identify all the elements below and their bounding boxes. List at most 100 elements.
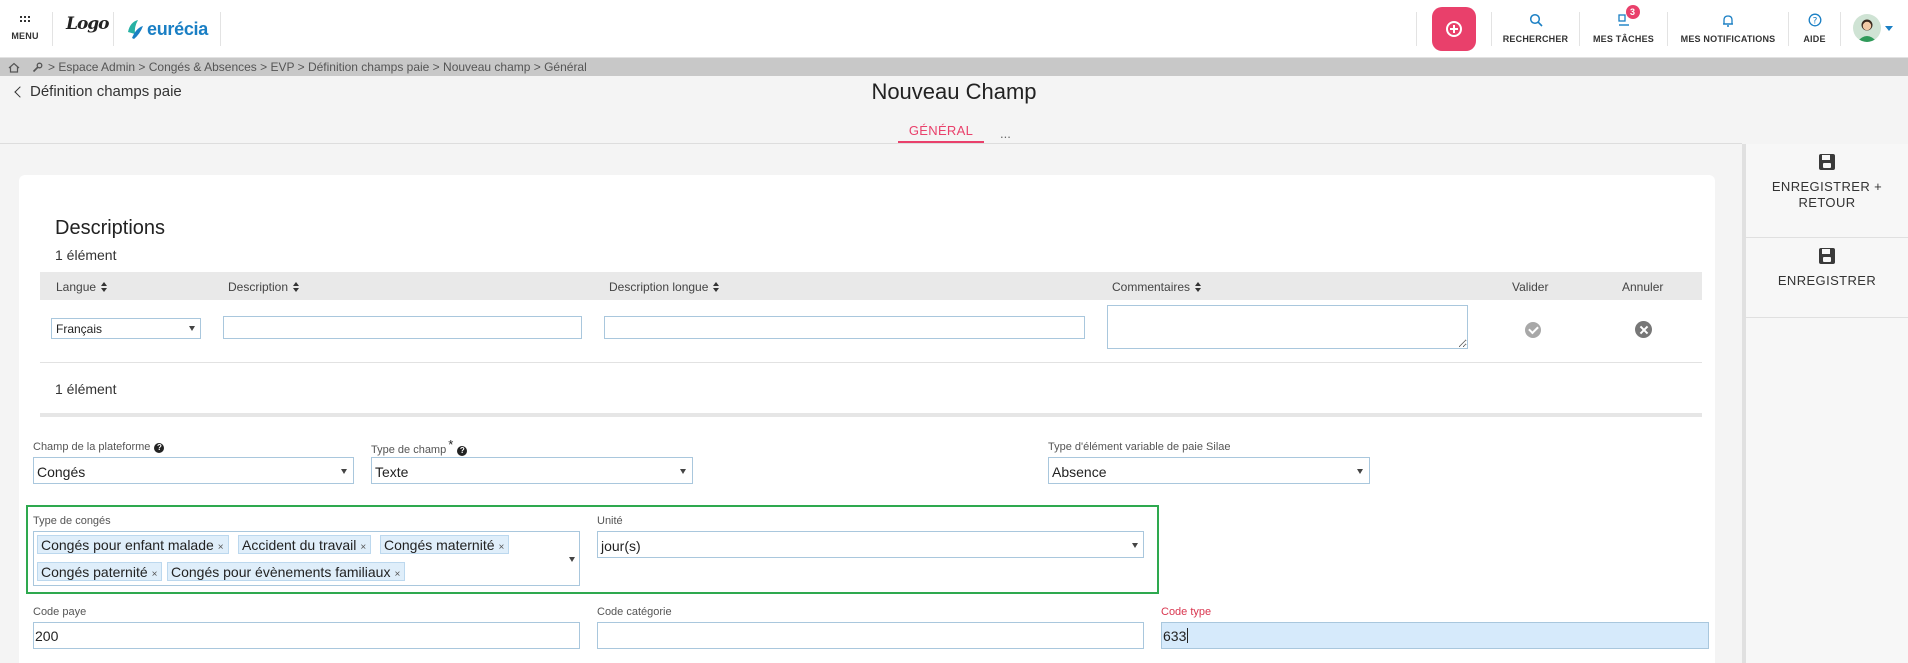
remove-chip-icon[interactable]: ×: [499, 542, 505, 553]
grid-icon: [20, 16, 30, 26]
code-type-value: 633: [1163, 628, 1187, 644]
col-commentaires[interactable]: Commentaires: [1112, 280, 1202, 294]
action-panel: ENREGISTRER + RETOUR ENREGISTRER: [1742, 144, 1908, 663]
champ-plateforme-value: Congés: [37, 464, 86, 480]
nav-help[interactable]: ? AIDE: [1789, 0, 1840, 58]
save-button[interactable]: ENREGISTRER: [1746, 248, 1908, 318]
sort-icon: [1195, 282, 1202, 292]
chip-evenements-familiaux: Congés pour évènements familiaux ×: [167, 562, 406, 581]
help-icon[interactable]: ?: [457, 446, 468, 456]
nav-search-label: RECHERCHER: [1502, 34, 1569, 44]
chip-enfant-malade: Congés pour enfant malade ×: [37, 535, 229, 554]
description-longue-input[interactable]: [604, 316, 1085, 339]
tabs-divider: [0, 143, 1742, 144]
remove-chip-icon[interactable]: ×: [394, 569, 400, 580]
cancel-x-icon[interactable]: [1635, 321, 1652, 338]
text-cursor: [1187, 628, 1189, 643]
row-divider: [40, 362, 1702, 363]
svg-text:?: ?: [1812, 16, 1817, 26]
top-bar: MENU Logo eurécia RECHERCHER 3 MES TÂCHE…: [0, 0, 1908, 58]
help-circle-icon: ?: [1808, 13, 1822, 29]
code-categorie-input[interactable]: [597, 622, 1144, 649]
menu-label: MENU: [11, 31, 39, 41]
type-champ-value: Texte: [375, 464, 409, 480]
nav-notifications-label: MES NOTIFICATIONS: [1680, 34, 1776, 44]
help-icon[interactable]: ?: [154, 443, 165, 453]
col-langue[interactable]: Langue: [56, 280, 108, 294]
col-valider: Valider: [1512, 280, 1549, 294]
chevron-down-icon: [1132, 543, 1138, 548]
divider: [52, 12, 53, 46]
descriptions-count-bottom: 1 élément: [55, 381, 117, 397]
chevron-down-icon: [569, 557, 575, 562]
nav-tasks[interactable]: 3 MES TÂCHES: [1580, 0, 1667, 58]
code-paye-label: Code paye: [33, 606, 87, 618]
plus-circle-icon: [1446, 21, 1462, 37]
user-avatar[interactable]: [1853, 14, 1881, 42]
chevron-down-icon: [341, 469, 347, 474]
descriptions-title: Descriptions: [55, 217, 166, 239]
tab-general[interactable]: GÉNÉRAL: [898, 123, 984, 143]
tasks-badge: 3: [1625, 5, 1640, 19]
champ-plateforme-select[interactable]: Congés: [33, 457, 354, 484]
brand-logo[interactable]: eurécia: [126, 17, 208, 41]
nav-tasks-label: MES TÂCHES: [1592, 34, 1654, 44]
tasks-icon: 3: [1617, 5, 1640, 29]
remove-chip-icon[interactable]: ×: [360, 542, 366, 553]
breadcrumb: > Espace Admin > Congés & Absences > EVP…: [0, 58, 1908, 76]
col-description[interactable]: Description: [228, 280, 300, 294]
code-type-input[interactable]: 633: [1161, 622, 1709, 649]
home-icon[interactable]: [8, 62, 20, 73]
code-paye-input[interactable]: [33, 622, 580, 649]
langue-value: Français: [56, 322, 103, 336]
commentaires-textarea[interactable]: [1107, 305, 1468, 349]
descriptions-table-header: Langue Description Description longue Co…: [40, 272, 1702, 300]
remove-chip-icon[interactable]: ×: [218, 542, 224, 553]
sort-icon: [713, 282, 720, 292]
col-description-longue[interactable]: Description longue: [609, 280, 720, 294]
champ-plateforme-label: Champ de la plateforme?: [33, 441, 165, 453]
descriptions-count-top: 1 élément: [55, 247, 117, 263]
col-annuler: Annuler: [1622, 280, 1664, 294]
bell-icon: [1721, 13, 1735, 29]
divider: [113, 12, 114, 46]
save-label: ENREGISTRER: [1777, 273, 1877, 288]
validate-check-icon[interactable]: [1525, 322, 1541, 338]
sort-icon: [293, 282, 300, 292]
company-logo[interactable]: Logo: [66, 14, 110, 34]
code-type-label: Code type: [1161, 606, 1212, 618]
type-element-select[interactable]: Absence: [1048, 457, 1370, 484]
save-return-label-line1: ENREGISTRER +: [1771, 179, 1883, 194]
type-element-value: Absence: [1052, 464, 1107, 480]
chevron-down-icon[interactable]: [1885, 26, 1893, 31]
wrench-icon: [32, 62, 43, 73]
eurecia-leaf-icon: [126, 18, 144, 40]
nav-search[interactable]: RECHERCHER: [1492, 0, 1579, 58]
chevron-down-icon: [680, 469, 686, 474]
type-champ-select[interactable]: Texte: [371, 457, 693, 484]
type-champ-label: Type de champ *?: [371, 437, 468, 456]
chip-accident-travail: Accident du travail ×: [238, 535, 372, 554]
save-and-return-button[interactable]: ENREGISTRER + RETOUR: [1746, 154, 1908, 238]
section-divider: [40, 413, 1702, 417]
nav-notifications[interactable]: MES NOTIFICATIONS: [1668, 0, 1788, 58]
remove-chip-icon[interactable]: ×: [152, 569, 158, 580]
save-return-label-line2: RETOUR: [1798, 195, 1856, 210]
required-mark: *: [448, 437, 454, 452]
search-icon: [1529, 13, 1543, 29]
type-element-label: Type d'élément variable de paie Silae: [1048, 441, 1231, 453]
chip-maternite: Congés maternité ×: [380, 535, 510, 554]
code-categorie-label: Code catégorie: [597, 606, 672, 618]
menu-button[interactable]: MENU: [6, 12, 44, 46]
page-title: Nouveau Champ: [871, 79, 1037, 104]
tab-more[interactable]: ...: [1000, 126, 1011, 141]
quick-add-button[interactable]: [1432, 7, 1476, 51]
type-conges-multiselect[interactable]: Congés pour enfant malade × Accident du t…: [33, 531, 580, 586]
save-icon: [1819, 248, 1835, 264]
save-return-icon: [1819, 154, 1835, 170]
description-input[interactable]: [223, 316, 582, 339]
breadcrumb-path[interactable]: > Espace Admin > Congés & Absences > EVP…: [48, 60, 587, 74]
langue-select[interactable]: Français: [51, 318, 201, 339]
sort-icon: [101, 282, 108, 292]
unite-select[interactable]: jour(s): [597, 531, 1144, 558]
